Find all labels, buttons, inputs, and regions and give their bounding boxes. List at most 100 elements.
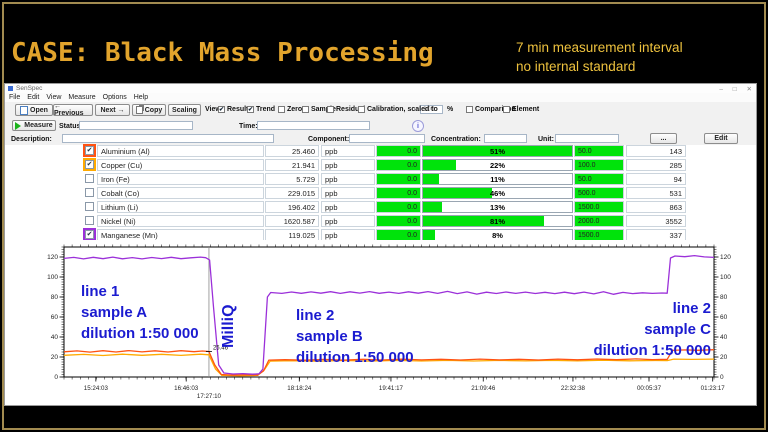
element-checkbox[interactable]: ✔ [85,230,94,239]
check-label: Element [512,106,539,113]
element-name: Copper (Cu) [97,159,264,171]
concentration-field[interactable] [484,134,527,143]
previous-button[interactable]: ← Previous [53,104,93,116]
svg-text:17:27:10: 17:27:10 [197,393,222,400]
description-field[interactable] [62,134,274,143]
view-check-zero[interactable]: Zero [278,106,302,113]
scaling-button[interactable]: Scaling [168,104,201,116]
view-check-calibration-scaled-to[interactable]: Calibration, scaled to [358,106,438,113]
element-table: ✔Aluminium (Al)25.460ppb0.050.014351%✔Co… [5,145,756,245]
time-field[interactable] [257,121,370,130]
svg-text:22:32:38: 22:32:38 [561,385,586,392]
close-icon[interactable]: ✕ [747,86,752,93]
view-check-element[interactable]: Element [503,106,539,113]
element-bar: 51% [422,145,573,157]
svg-text:100: 100 [47,274,58,281]
milliq-annotation: MilliQ [218,304,239,348]
play-icon [15,122,21,130]
menu-item-options[interactable]: Options [103,94,127,101]
element-percent: 8% [423,231,572,240]
menu-item-measure[interactable]: Measure [68,94,95,101]
annotation-line: sample C [593,319,711,340]
svg-text:60: 60 [51,314,59,321]
svg-text:120: 120 [47,254,58,261]
annotation-line: MilliQ [218,304,239,348]
table-row[interactable]: ✔Copper (Cu)21.941ppb0.0100.028522% [5,159,756,172]
menu-item-file[interactable]: File [9,94,20,101]
status-field[interactable] [79,121,193,130]
annotation-line: line 2 [296,305,414,326]
table-row[interactable]: Iron (Fe)5.729ppb0.050.09411% [5,173,756,186]
svg-text:40: 40 [51,334,59,341]
checkbox-icon[interactable] [327,106,334,113]
info-icon[interactable]: i [412,120,424,132]
element-value: 229.015 [265,187,319,199]
svg-text:0: 0 [54,374,58,381]
element-percent: 81% [423,217,572,226]
sample-annotation: line 1sample Adilution 1:50 000 [81,281,199,344]
checkbox-icon[interactable] [302,106,309,113]
concentration-label: Concentration: [431,136,481,143]
element-value: 1620.587 [265,215,319,227]
note-line-2: no internal standard [516,57,683,76]
table-row[interactable]: Nickel (Ni)1620.587ppb0.02000.0355281% [5,215,756,228]
menu-item-view[interactable]: View [46,94,61,101]
view-check-trend[interactable]: Trend [247,106,275,113]
measure-button[interactable]: Measure [12,120,56,131]
maximize-icon[interactable]: □ [733,86,737,93]
element-unit: ppb [321,145,375,157]
table-row[interactable]: Lithium (Li)196.402ppb0.01500.086313% [5,201,756,214]
element-min: 0.0 [376,173,421,185]
element-checkbox[interactable] [85,188,94,197]
check-label: Trend [256,106,275,113]
element-checkbox[interactable] [85,202,94,211]
element-checkbox[interactable]: ✔ [85,146,94,155]
svg-text:0: 0 [720,374,724,381]
menu-item-edit[interactable]: Edit [27,94,39,101]
checkbox-checked-icon[interactable] [218,106,225,113]
menu-item-help[interactable]: Help [134,94,148,101]
svg-text:18:18:24: 18:18:24 [287,385,312,392]
copy-button[interactable]: Copy [132,104,166,116]
time-label: Time: [239,123,258,130]
checkbox-icon[interactable] [466,106,473,113]
more-button[interactable]: ... [650,133,677,144]
element-unit: ppb [321,215,375,227]
element-max: 2000.0 [574,215,624,227]
app-window: SenSpec – □ ✕ FileEditViewMeasureOptions… [4,83,757,406]
edit-button[interactable]: Edit [704,133,738,144]
element-checkbox[interactable] [85,216,94,225]
checkbox-icon[interactable] [503,106,510,113]
element-checkbox[interactable]: ✔ [85,160,94,169]
svg-text:16:46:03: 16:46:03 [174,385,199,392]
next-button[interactable]: Next → [95,104,130,116]
element-percent: 46% [423,189,572,198]
element-name: Nickel (Ni) [97,215,264,227]
element-value: 21.941 [265,159,319,171]
description-label: Description: [11,136,52,143]
unit-field[interactable] [555,134,619,143]
svg-text:120: 120 [720,254,731,261]
sample-annotation: line 2sample Bdilution 1:50 000 [296,305,414,368]
svg-text:100: 100 [720,274,731,281]
element-max: 50.0 [574,173,624,185]
component-field[interactable] [349,134,425,143]
element-checkbox[interactable] [85,174,94,183]
checkbox-icon[interactable] [278,106,285,113]
element-count: 3552 [626,215,686,227]
annotation-line: dilution 1:50 000 [593,340,711,361]
element-count: 94 [626,173,686,185]
table-row[interactable]: Cobalt (Co)229.015ppb0.0500.053146% [5,187,756,200]
table-row[interactable]: ✔Aluminium (Al)25.460ppb0.050.014351% [5,145,756,158]
element-bar: 13% [422,201,573,213]
annotation-line: sample A [81,302,199,323]
open-button[interactable]: Open [15,104,53,116]
element-count: 285 [626,159,686,171]
annotation-line: line 1 [81,281,199,302]
svg-text:80: 80 [720,294,728,301]
checkbox-icon[interactable] [358,106,365,113]
element-min: 0.0 [376,145,421,157]
minimize-icon[interactable]: – [719,86,723,93]
checkbox-checked-icon[interactable] [247,106,254,113]
svg-text:40: 40 [720,334,728,341]
